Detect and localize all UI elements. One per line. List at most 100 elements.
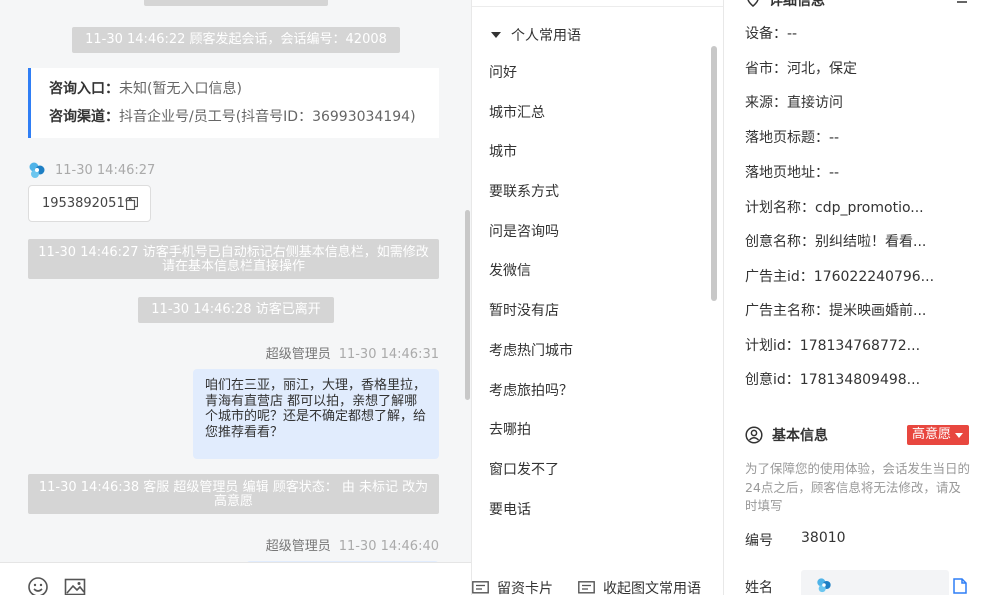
agent-message-text: 咱们在三亚，丽江，大理，香格里拉，青海有直营店 都可以拍，亲想了解哪个城市的呢？… [205, 378, 427, 440]
system-text: 11-30 14:46:28 访客已离开 [138, 297, 334, 323]
info-value: 别纠结啦！看看... [815, 234, 927, 250]
agent-message-header: 超级管理员 11-30 14:46:40 [265, 535, 439, 554]
system-pill-clipped [144, 0, 328, 6]
collapse-phrases-label: 收起图文常用语 [603, 581, 701, 595]
agent-name: 超级管理员 [265, 539, 331, 554]
emoji-icon[interactable] [27, 576, 49, 595]
customer-phone-message[interactable]: 19538920519 [28, 185, 151, 222]
phone-number-text: 19538920519 [42, 196, 133, 211]
system-message-clipped [0, 0, 471, 10]
phrase-item[interactable]: 要联系方式 [489, 173, 699, 213]
phrases-scrollbar[interactable] [711, 46, 717, 301]
phrase-item[interactable]: 去哪拍 [489, 411, 699, 451]
system-message: 11-30 14:46:27 访客手机号已自动标记右侧基本信息栏，如需修改请在基… [28, 239, 439, 279]
divider [472, 6, 723, 7]
entry-label: 咨询入口： [49, 81, 119, 97]
info-value: -- [787, 26, 798, 42]
system-message: 11-30 14:46:38 客服 超级管理员 编辑 顾客状态： 由 未标记 改… [28, 474, 439, 514]
info-label: 广告主id： [745, 269, 814, 285]
info-label: 创意id： [745, 372, 800, 388]
info-label: 计划名称： [745, 200, 815, 216]
phrase-group-title: 个人常用语 [511, 28, 581, 44]
chat-input-toolbar [0, 562, 471, 595]
document-icon[interactable] [953, 578, 967, 594]
phrase-item[interactable]: 暂时没有店 [489, 292, 699, 332]
phrase-item[interactable]: 问是咨询吗 [489, 213, 699, 253]
info-value: 河北，保定 [787, 61, 857, 77]
edit-notice: 为了保障您的使用体验，会话发生当日的24点之后，顾客信息将无法修改，请及时填写 [745, 461, 971, 513]
customer-message-header: 11-30 14:46:27 [28, 161, 155, 179]
channel-label: 咨询渠道： [49, 109, 119, 125]
lead-card-button[interactable]: 留资卡片 [472, 578, 553, 595]
id-label: 编号 [745, 533, 773, 549]
phrase-group-header[interactable]: 个人常用语 [491, 25, 581, 45]
edit-icon[interactable] [956, 0, 968, 4]
info-label: 计划id： [745, 338, 800, 354]
lead-card-label: 留资卡片 [497, 581, 553, 595]
phrases-footer: 留资卡片 收起图文常用语 [472, 570, 723, 595]
info-row-landing-url: 落地页地址：-- [745, 163, 839, 183]
location-icon [747, 0, 759, 7]
basic-info-title: 基本信息 [772, 428, 828, 444]
copy-icon[interactable] [126, 197, 138, 210]
chat-scrollbar[interactable] [465, 210, 470, 400]
phrase-item[interactable]: 窗口发不了 [489, 451, 699, 491]
phrase-item[interactable]: 考虑旅拍吗？ [489, 372, 699, 412]
intent-status-dropdown[interactable]: 高意愿 [907, 425, 969, 445]
message-icon [578, 580, 595, 594]
consult-info-card: 咨询入口：未知(暂无入口信息) 咨询渠道：抖音企业号/员工号(抖音号ID：369… [28, 68, 439, 138]
info-label: 落地页地址： [745, 165, 829, 181]
channel-value: 抖音企业号/员工号(抖音号ID：36993034194) [119, 109, 416, 125]
info-row-creative-id: 创意id：178134809498... [745, 370, 920, 390]
douyin-logo-icon [817, 578, 831, 593]
entry-value: 未知(暂无入口信息) [119, 81, 242, 97]
card-icon [472, 580, 489, 594]
basic-info-header: 基本信息 [745, 425, 828, 445]
agent-message-header: 超级管理员 11-30 14:46:31 [265, 343, 439, 362]
phrase-item[interactable]: 发微信 [489, 252, 699, 292]
info-label: 来源： [745, 95, 787, 111]
intent-status-label: 高意愿 [912, 427, 952, 442]
info-row-advertiser-id: 广告主id：176022240796... [745, 267, 934, 287]
entry-row: 咨询入口：未知(暂无入口信息) [49, 79, 439, 107]
system-text: 11-30 14:46:38 客服 超级管理员 编辑 顾客状态： 由 未标记 改… [38, 480, 429, 509]
info-row-landing-title: 落地页标题：-- [745, 128, 839, 148]
detail-info-header: 详细信息 [746, 0, 825, 10]
info-label: 广告主名称： [745, 303, 829, 319]
user-icon [745, 426, 763, 444]
phrase-item[interactable]: 城市 [489, 133, 699, 173]
info-value: 提米映画婚前... [829, 303, 927, 319]
detail-info-title: 详细信息 [769, 0, 825, 9]
phrase-item[interactable]: 城市汇总 [489, 94, 699, 134]
info-value: -- [829, 165, 840, 181]
message-list[interactable]: 11-30 14:46:22 顾客发起会话，会话编号：42008 咨询入口：未知… [0, 0, 471, 562]
phrase-item[interactable]: 要电话 [489, 491, 699, 531]
system-message: 11-30 14:46:28 访客已离开 [0, 297, 471, 323]
agent-name: 超级管理员 [265, 347, 331, 362]
phrase-item[interactable]: 考虑热门城市 [489, 332, 699, 372]
phrase-item[interactable]: 问好 [489, 54, 699, 94]
info-value: 直接访问 [787, 95, 843, 111]
info-row-province: 省市：河北，保定 [745, 59, 857, 79]
info-value: 178134809498... [799, 372, 921, 388]
system-message: 11-30 14:46:22 顾客发起会话，会话编号：42008 [0, 27, 471, 53]
agent-message-time: 11-30 14:46:31 [338, 347, 439, 362]
info-label: 创意名称： [745, 234, 815, 250]
info-row-source: 来源：直接访问 [745, 93, 843, 113]
customer-message-time: 11-30 14:46:27 [55, 162, 156, 178]
name-field[interactable] [801, 570, 949, 595]
image-icon[interactable] [64, 576, 86, 595]
chat-workspace: 11-30 14:46:22 顾客发起会话，会话编号：42008 咨询入口：未知… [0, 0, 990, 595]
info-label: 设备： [745, 26, 787, 42]
name-label: 姓名 [745, 580, 773, 595]
channel-row: 咨询渠道：抖音企业号/员工号(抖音号ID：36993034194) [49, 107, 439, 135]
id-value: 38010 [801, 530, 846, 546]
info-row-device: 设备：-- [745, 24, 797, 44]
info-label: 省市： [745, 61, 787, 77]
system-text: 11-30 14:46:22 顾客发起会话，会话编号：42008 [72, 27, 400, 53]
caret-down-icon [491, 32, 501, 38]
info-value: -- [829, 130, 840, 146]
info-label: 落地页标题： [745, 130, 829, 146]
common-phrases-panel: 个人常用语 问好 城市汇总 城市 要联系方式 问是咨询吗 发微信 暂时没有店 考… [472, 0, 724, 595]
collapse-phrases-button[interactable]: 收起图文常用语 [578, 578, 701, 595]
